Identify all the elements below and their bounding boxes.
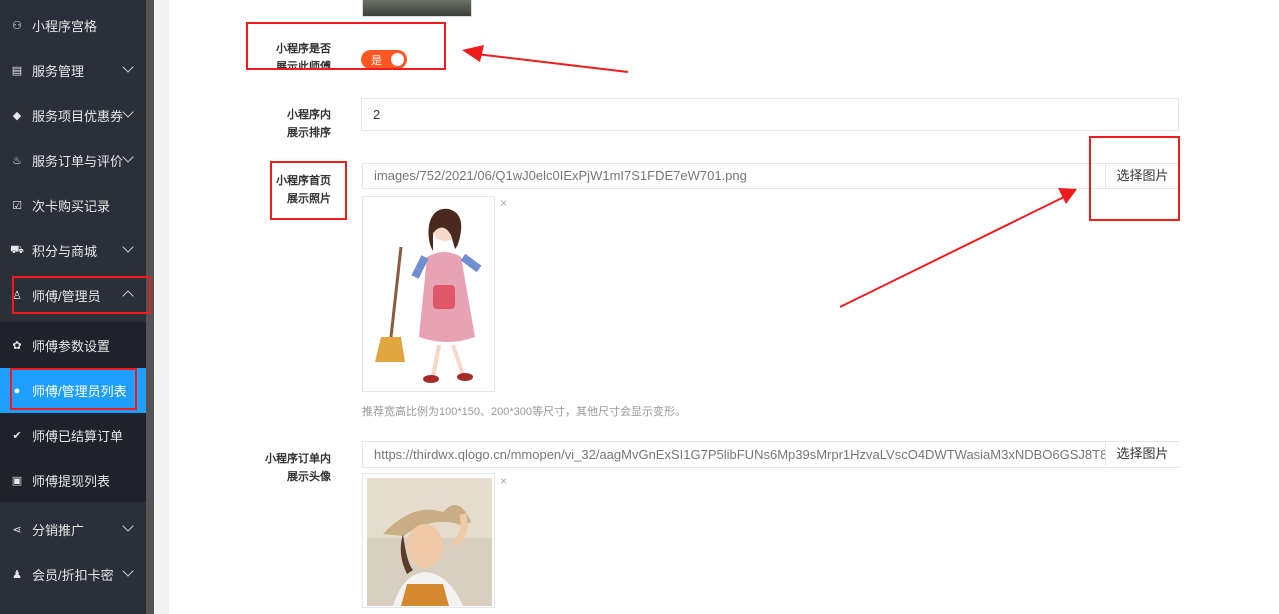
arrow-head-toggle: [462, 45, 484, 62]
arrow-head-button: [1058, 188, 1077, 204]
arrow-line-button: [839, 196, 1065, 308]
arrow-line-toggle: [475, 53, 629, 73]
annotation-arrows: [462, 45, 1077, 308]
